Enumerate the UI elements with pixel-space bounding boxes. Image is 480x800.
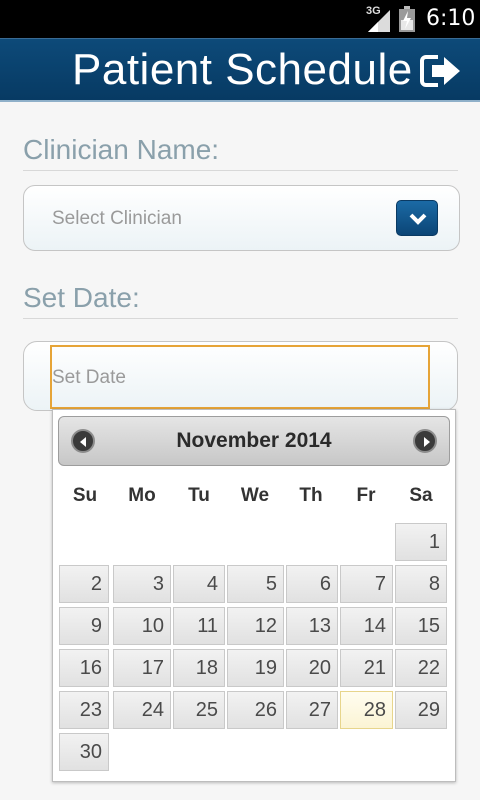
next-month-button[interactable]: [413, 429, 437, 453]
date-label: Set Date:: [23, 282, 458, 319]
clinician-select[interactable]: Select Clinician: [23, 185, 460, 251]
battery-icon: [399, 6, 415, 32]
calendar-day[interactable]: 30: [59, 733, 109, 771]
weekday-header: Mo: [128, 485, 156, 506]
calendar-day[interactable]: 24: [113, 691, 171, 729]
weekday-header: We: [240, 485, 270, 506]
page-title: Patient Schedule: [72, 45, 413, 94]
calendar-day[interactable]: 14: [340, 607, 393, 645]
calendar-day[interactable]: 3: [113, 565, 171, 603]
calendar-day[interactable]: 20: [286, 649, 338, 687]
date-picker: November 2014 Su Mo Tu We Th Fr Sa 1 2 3 4 5 6 7 8 9 10 1…: [52, 409, 456, 782]
calendar-day[interactable]: 29: [395, 691, 447, 729]
calendar-day[interactable]: 5: [227, 565, 284, 603]
calendar-day[interactable]: 12: [227, 607, 284, 645]
calendar-day[interactable]: 6: [286, 565, 338, 603]
calendar-day[interactable]: 4: [173, 565, 225, 603]
weekday-header: Su: [72, 485, 98, 506]
calendar-day[interactable]: 22: [395, 649, 447, 687]
weekday-header: Tu: [188, 485, 210, 506]
calendar-day[interactable]: 27: [286, 691, 338, 729]
chevron-right-icon: [424, 437, 430, 447]
weekday-header: Sa: [409, 485, 433, 506]
app-bar: Patient Schedule: [0, 38, 480, 102]
month-label: November 2014: [176, 429, 332, 452]
calendar-day[interactable]: 28: [340, 691, 393, 729]
calendar-day[interactable]: 9: [59, 607, 109, 645]
calendar-day[interactable]: 15: [395, 607, 447, 645]
calendar-day[interactable]: 18: [173, 649, 225, 687]
chevron-down-icon: [409, 213, 427, 225]
calendar-day[interactable]: 11: [173, 607, 225, 645]
calendar-day[interactable]: 17: [113, 649, 171, 687]
clock: 6:10: [426, 6, 476, 31]
calendar-day[interactable]: 16: [59, 649, 109, 687]
weekday-header: Th: [299, 485, 323, 506]
calendar-day[interactable]: 25: [173, 691, 225, 729]
status-bar: 3G 6:10: [0, 0, 480, 38]
calendar-day[interactable]: 13: [286, 607, 338, 645]
logout-icon[interactable]: [420, 53, 462, 89]
calendar-header: November 2014: [58, 416, 450, 466]
calendar-day[interactable]: 7: [340, 565, 393, 603]
weekday-header: Fr: [356, 485, 376, 506]
calendar-day[interactable]: 10: [113, 607, 171, 645]
calendar-day[interactable]: 26: [227, 691, 284, 729]
calendar-day[interactable]: 21: [340, 649, 393, 687]
clinician-placeholder: Select Clinician: [52, 208, 182, 229]
signal-icon: [368, 10, 390, 32]
calendar-day[interactable]: 2: [59, 565, 109, 603]
date-placeholder: Set Date: [52, 367, 126, 388]
calendar-day[interactable]: 1: [395, 523, 447, 561]
calendar-day[interactable]: 23: [59, 691, 109, 729]
calendar-day[interactable]: 19: [227, 649, 284, 687]
date-input[interactable]: Set Date: [50, 345, 430, 409]
calendar-day[interactable]: 8: [395, 565, 447, 603]
dropdown-button[interactable]: [396, 200, 438, 236]
clinician-label: Clinician Name:: [23, 134, 458, 171]
